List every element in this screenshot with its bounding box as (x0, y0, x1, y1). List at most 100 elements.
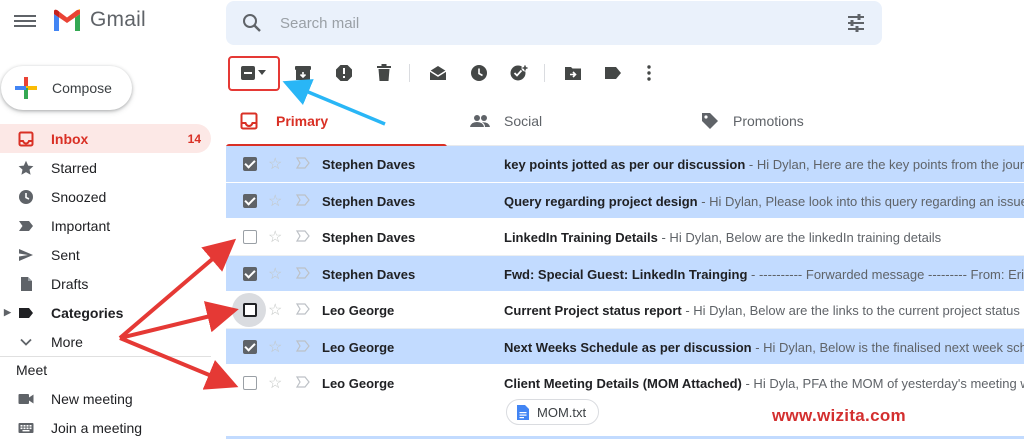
email-preview: LinkedIn Training Details - Hi Dylan, Be… (504, 230, 941, 245)
archive-icon[interactable] (293, 63, 313, 83)
label-icon (18, 305, 34, 321)
important-marker-icon[interactable] (295, 303, 310, 318)
star-toggle-icon[interactable]: ☆ (268, 373, 282, 393)
tab-social[interactable]: Social (470, 96, 542, 146)
sidebar-item-label: More (51, 333, 83, 350)
app-name: Gmail (90, 8, 146, 31)
tab-promotions[interactable]: Promotions (701, 96, 804, 146)
new-meeting-label: New meeting (51, 390, 133, 407)
more-options-icon[interactable] (639, 63, 659, 83)
draft-icon (18, 276, 34, 292)
plus-icon (15, 77, 37, 99)
star-toggle-icon[interactable]: ☆ (268, 337, 282, 357)
star-toggle-icon[interactable]: ☆ (268, 300, 282, 320)
row-checkbox[interactable] (243, 157, 257, 171)
search-input[interactable]: Search mail (280, 15, 359, 32)
send-icon (18, 247, 34, 263)
email-row[interactable]: ☆ Stephen Daves Query regarding project … (226, 182, 1024, 219)
labels-icon[interactable] (603, 63, 623, 83)
email-sender: Leo George (322, 376, 395, 391)
important-marker-icon[interactable] (295, 193, 310, 209)
star-toggle-icon[interactable]: ☆ (268, 154, 282, 174)
row-checkbox[interactable] (243, 303, 257, 317)
sidebar-item-snoozed[interactable]: Snoozed (0, 182, 211, 211)
tab-label: Promotions (733, 113, 804, 129)
important-marker-icon[interactable] (295, 230, 310, 245)
search-icon[interactable] (242, 13, 262, 33)
sidebar-item-sent[interactable]: Sent (0, 240, 211, 269)
sidebar-item-inbox[interactable]: Inbox 14 (0, 124, 211, 153)
email-subject: Client Meeting Details (MOM Attached) (504, 376, 742, 391)
email-subject: Fwd: Special Guest: LinkedIn Trainging (504, 266, 748, 282)
mark-as-read-icon[interactable] (428, 63, 448, 83)
email-sender: Leo George (322, 339, 395, 355)
main-menu-icon[interactable] (14, 12, 36, 32)
video-icon (18, 391, 34, 407)
add-to-tasks-icon[interactable] (509, 63, 529, 83)
meet-heading: Meet (16, 362, 48, 378)
divider (0, 356, 211, 357)
email-subject: key points jotted as per our discussion (504, 157, 746, 172)
email-row[interactable]: ☆ Leo George Next Weeks Schedule as per … (226, 328, 1024, 365)
sidebar-item-important[interactable]: Important (0, 211, 211, 240)
select-dropdown-caret-icon[interactable] (257, 63, 267, 83)
expand-caret-icon[interactable]: ▶ (4, 307, 11, 318)
email-preview: Fwd: Special Guest: LinkedIn Trainging -… (504, 267, 1024, 282)
email-sender: Stephen Daves (322, 266, 416, 282)
row-checkbox[interactable] (243, 193, 257, 208)
row-checkbox[interactable] (243, 266, 257, 281)
gmail-app: Gmail Search mail Compose Inbox 14 Starr… (0, 0, 1024, 439)
attachment-name: MOM.txt (537, 404, 587, 420)
attachment-chip[interactable]: MOM.txt (506, 399, 600, 425)
search-bar[interactable]: Search mail (226, 1, 882, 45)
star-toggle-icon[interactable]: ☆ (268, 191, 282, 211)
delete-icon[interactable] (374, 63, 394, 83)
report-spam-icon[interactable] (334, 63, 354, 83)
star-toggle-icon[interactable]: ☆ (268, 264, 282, 284)
label-important-icon (18, 218, 34, 234)
important-marker-icon[interactable] (295, 339, 310, 355)
unread-count: 14 (187, 131, 201, 146)
search-options-icon[interactable] (846, 13, 866, 33)
document-icon (517, 404, 529, 420)
gmail-logo[interactable]: Gmail (52, 8, 146, 32)
move-to-icon[interactable] (563, 63, 583, 83)
email-snippet: - Hi Dylan, Here are the key points from… (745, 157, 1024, 172)
tab-primary[interactable]: Primary (226, 96, 447, 147)
email-row[interactable]: ☆ Stephen Daves LinkedIn Training Detail… (226, 219, 1024, 256)
email-snippet: - Hi Dylan, Below is the finalised next … (751, 339, 1024, 355)
join-meeting-link[interactable]: Join a meeting (0, 413, 211, 439)
compose-label: Compose (52, 80, 112, 96)
sidebar-item-drafts[interactable]: Drafts (0, 269, 211, 298)
row-checkbox[interactable] (243, 339, 257, 354)
star-icon (18, 160, 34, 176)
email-row[interactable]: ☆ Leo George Client Meeting Details (MOM… (226, 365, 1024, 437)
sidebar-item-categories[interactable]: ▶ Categories (0, 298, 211, 327)
sidebar-item-label: Categories (51, 304, 124, 321)
new-meeting-link[interactable]: New meeting (0, 384, 211, 413)
email-preview: Query regarding project design - Hi Dyla… (504, 194, 1024, 209)
sidebar-item-label: Drafts (51, 275, 89, 292)
gmail-m-icon (54, 8, 80, 31)
star-toggle-icon[interactable]: ☆ (268, 227, 282, 247)
toolbar-divider (409, 64, 410, 82)
sidebar-item-more[interactable]: More (0, 327, 211, 356)
row-checkbox[interactable] (243, 376, 257, 390)
important-marker-icon[interactable] (295, 376, 310, 391)
compose-button[interactable]: Compose (1, 66, 132, 110)
watermark: www.wizita.com (772, 406, 906, 425)
row-checkbox[interactable] (243, 230, 257, 244)
important-marker-icon[interactable] (295, 157, 310, 172)
important-marker-icon[interactable] (295, 266, 310, 282)
email-sender: Stephen Daves (322, 230, 416, 245)
email-row[interactable]: ☆ Leo George Current Project status repo… (226, 292, 1024, 329)
sidebar-item-label: Sent (51, 246, 80, 263)
email-preview: Current Project status report - Hi Dylan… (504, 303, 1024, 318)
email-row[interactable]: ☆ Stephen Daves key points jotted as per… (226, 146, 1024, 183)
email-row[interactable]: ☆ Stephen Daves Fwd: Special Guest: Link… (226, 255, 1024, 292)
select-partial-checkbox-icon[interactable] (238, 63, 258, 83)
snooze-icon[interactable] (469, 63, 489, 83)
sidebar-item-starred[interactable]: Starred (0, 153, 211, 182)
email-snippet: - ---------- Forwarded message ---------… (751, 266, 1024, 282)
email-toolbar (226, 54, 1024, 94)
